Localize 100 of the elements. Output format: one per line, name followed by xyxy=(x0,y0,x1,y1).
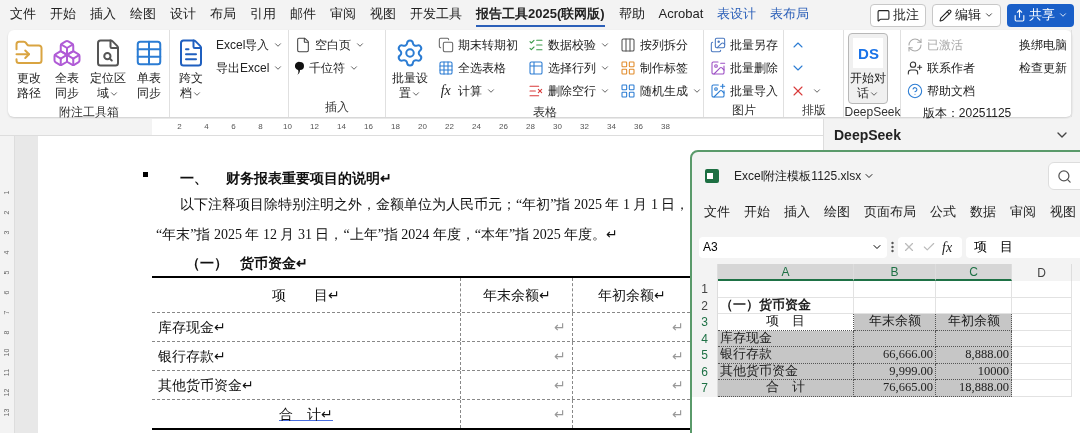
ribbon-button[interactable]: 数据校验 xyxy=(525,33,612,56)
heading-number: 一、 xyxy=(180,169,208,188)
menu-tab[interactable]: 表设计 xyxy=(717,3,757,27)
column-header[interactable]: A xyxy=(718,264,854,281)
grid-icon xyxy=(437,59,454,76)
menu-tab[interactable]: 绘图 xyxy=(824,202,850,222)
column-header[interactable]: B xyxy=(854,264,936,281)
ribbon-button[interactable]: 跨文 档 xyxy=(174,33,208,104)
menu-tab[interactable]: 报告工具2025(联网版) xyxy=(476,3,605,27)
ruler-number: 12 xyxy=(309,121,320,133)
ruler-number: 36 xyxy=(633,121,644,133)
table-cell-text: 合 计↵ xyxy=(278,405,334,424)
paragraph-line: 以下注释项目除特别注明之外，金额单位为人民币元；“年初”指 2025 年 1 月 1 日， xyxy=(179,196,690,214)
ribbon-button[interactable]: 随机生成 xyxy=(617,79,704,102)
share-button[interactable]: 共享 xyxy=(1007,3,1074,27)
ribbon-button[interactable]: 空白页 xyxy=(292,33,367,56)
column-header[interactable]: C xyxy=(936,264,1012,281)
ribbon-button[interactable]: 定位区 域 xyxy=(88,33,128,104)
menu-tab[interactable]: 开始 xyxy=(50,3,76,27)
group-label: 图片 xyxy=(731,102,757,119)
menu-tab[interactable]: 开始 xyxy=(744,202,770,222)
menu-tab[interactable]: 审阅 xyxy=(330,3,356,27)
ribbon-button[interactable]: 期末转期初 xyxy=(435,33,520,56)
menu-tab[interactable]: 布局 xyxy=(210,3,236,27)
ruler-number: 6 xyxy=(230,121,237,133)
sheet-cell[interactable]: 18,888.00 xyxy=(936,380,1012,397)
menu-tab[interactable]: 文件 xyxy=(704,202,730,222)
menu-tab[interactable]: 表布局 xyxy=(770,3,810,27)
ribbon-button[interactable]: 导出Excel xyxy=(214,56,286,79)
menu-tab[interactable]: Acrobat xyxy=(658,3,704,27)
search-field[interactable] xyxy=(1048,162,1080,190)
sheet-cell[interactable]: 合 计 xyxy=(718,380,854,397)
sheet-cell[interactable]: 年末余额 xyxy=(854,314,936,331)
table-icon xyxy=(527,59,544,76)
function-icon[interactable]: fx xyxy=(942,236,953,258)
ribbon-button[interactable]: 删除空行 xyxy=(525,79,612,102)
ribbon-button[interactable]: 批量删除 xyxy=(708,56,781,79)
ruler-number: 32 xyxy=(579,121,590,133)
sheet-cell[interactable]: 76,665.00 xyxy=(854,380,936,397)
ribbon-button[interactable]: 更改 路径 xyxy=(12,33,46,104)
cancel-icon[interactable] xyxy=(902,240,916,254)
menu-tab[interactable]: 开发工具 xyxy=(410,3,462,27)
menu-tab[interactable]: 视图 xyxy=(1050,202,1076,222)
sheet-cell[interactable]: 年初余额 xyxy=(936,314,1012,331)
ribbon-button[interactable]: 制作标签 xyxy=(617,56,704,79)
row-header[interactable]: 3 xyxy=(692,314,718,331)
ribbon-button[interactable]: 批量设 置 xyxy=(389,33,430,104)
caret-icon xyxy=(1058,10,1068,20)
ribbon-button[interactable]: 单表 同步 xyxy=(132,33,166,104)
menu-tab[interactable]: 文件 xyxy=(10,3,36,27)
ribbon-button[interactable]: 千位符 xyxy=(292,56,367,79)
menu-tab[interactable]: 引用 xyxy=(250,3,276,27)
sheet-cell[interactable]: 银行存款 xyxy=(718,347,854,364)
ribbon-button[interactable]: 检查更新 xyxy=(1017,56,1070,79)
ruler-number: 38 xyxy=(660,121,671,133)
menu-tab[interactable]: 插入 xyxy=(784,202,810,222)
comment-button[interactable]: 批注 xyxy=(870,3,926,27)
edit-button[interactable]: 编辑 xyxy=(932,3,1001,27)
sheet-cell[interactable]: 项 目 xyxy=(718,314,854,331)
bullet-icon xyxy=(143,171,148,177)
function-icon: fx xyxy=(437,80,454,101)
menu-tab[interactable]: 插入 xyxy=(90,3,116,27)
menu-tab[interactable]: 邮件 xyxy=(290,3,316,27)
ruler-number: 20 xyxy=(417,121,428,133)
tiles-icon xyxy=(619,82,636,99)
sheet-cell[interactable]: 66,666.00 xyxy=(854,347,936,364)
ribbon-button[interactable]: 按列拆分 xyxy=(617,33,704,56)
ribbon-button[interactable]: 全选表格 xyxy=(435,56,520,79)
menu-tab[interactable]: 设计 xyxy=(170,3,196,27)
ribbon-button[interactable]: 帮助文档 xyxy=(904,79,1012,102)
ribbon-button[interactable]: fx 计算 xyxy=(435,79,520,102)
ruler-number: 2 xyxy=(176,121,183,133)
row-header[interactable]: 5 xyxy=(692,347,718,364)
ribbon-button[interactable]: 全表 同步 xyxy=(50,33,84,104)
table-cell-text: 银行存款↵ xyxy=(157,347,227,366)
row-header[interactable]: 1 xyxy=(692,281,718,298)
ruler-number: 34 xyxy=(606,121,617,133)
menu-tab[interactable]: 绘图 xyxy=(130,3,156,27)
sheet-cell[interactable]: 8,888.00 xyxy=(936,347,1012,364)
ribbon-button[interactable]: 联系作者 xyxy=(904,56,1012,79)
ribbon-button[interactable]: 换绑电脑 xyxy=(1017,33,1070,56)
menu-tab[interactable]: 帮助 xyxy=(618,3,645,27)
comma-icon xyxy=(294,60,305,75)
table-icon xyxy=(134,38,164,68)
name-box[interactable]: A3 xyxy=(699,236,887,258)
menu-tab[interactable]: 页面布局 xyxy=(864,202,916,222)
row-header[interactable]: 7 xyxy=(692,380,718,397)
ribbon-button[interactable]: DS 开始对 话 xyxy=(848,33,889,104)
menu-tab[interactable]: 审阅 xyxy=(1010,202,1036,222)
ribbon-button[interactable]: Excel导入 xyxy=(214,33,286,56)
cubes-icon xyxy=(52,38,82,68)
menu-tab[interactable]: 数据 xyxy=(970,202,996,222)
formula-field[interactable]: 项 目 xyxy=(966,236,1080,258)
ribbon-button[interactable]: 选择行列 xyxy=(525,56,612,79)
check-icon[interactable] xyxy=(922,240,936,254)
menu-tab[interactable]: 公式 xyxy=(930,202,956,222)
paragraph-line: “年末”指 2025 年 12 月 31 日，“上年”指 2024 年度，“本年”指 2025 年度。↵ xyxy=(155,226,619,244)
menu-tab[interactable]: 视图 xyxy=(370,3,396,27)
ribbon-button[interactable]: 批量导入 xyxy=(708,79,781,102)
ribbon-button[interactable]: 批量另存 xyxy=(708,33,781,56)
